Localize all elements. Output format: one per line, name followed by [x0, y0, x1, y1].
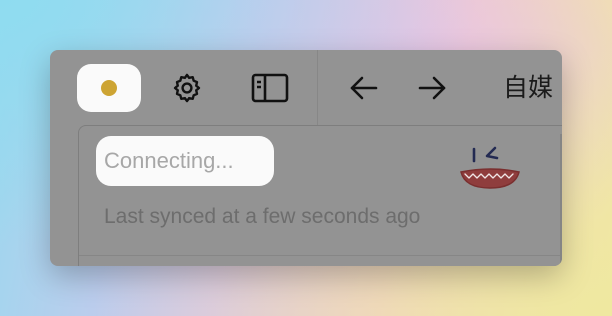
connection-status-badge: Connecting... [96, 136, 274, 186]
back-button[interactable] [346, 68, 382, 108]
gear-icon [173, 73, 201, 103]
panel-divider [79, 255, 562, 256]
sidebar-toggle-icon [251, 73, 289, 103]
toolbar: 自媒 [50, 50, 562, 125]
winking-face-icon [460, 146, 520, 189]
toolbar-divider [317, 50, 318, 125]
forward-button[interactable] [414, 68, 450, 108]
arrow-right-icon [418, 76, 446, 100]
sync-status-button[interactable] [77, 64, 141, 112]
sync-status-panel: Connecting... Last synced at a few secon… [78, 125, 562, 266]
settings-button[interactable] [167, 68, 207, 108]
last-synced-text: Last synced at a few seconds ago [104, 205, 421, 228]
arrow-left-icon [350, 76, 378, 100]
breadcrumb-title[interactable]: 自媒 [503, 70, 553, 106]
status-dot-icon [101, 80, 117, 96]
panel-scroll-edge [560, 134, 562, 264]
app-window: 自媒 Connecting... Last synced at a few se… [50, 50, 562, 266]
sidebar-toggle-button[interactable] [248, 68, 292, 108]
